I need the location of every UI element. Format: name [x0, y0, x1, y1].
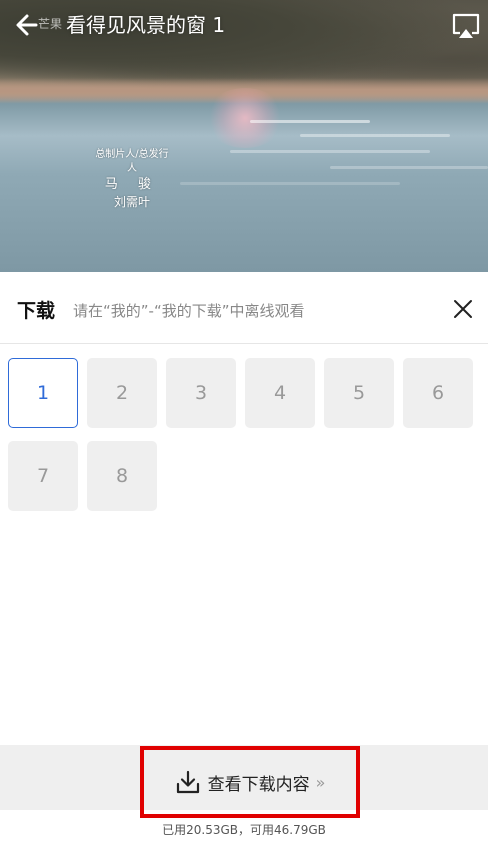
- episode-label: 6: [431, 382, 445, 404]
- credits-line3: 刘需叶: [113, 195, 150, 209]
- episode-button[interactable]: 2: [87, 358, 157, 428]
- episode-label: 7: [36, 465, 50, 487]
- close-icon[interactable]: [452, 298, 474, 320]
- video-player[interactable]: 总制片人/总发行人 马 骏 刘需叶 芒果 看得见风景的窗 1: [0, 0, 488, 272]
- episode-button[interactable]: 4: [245, 358, 315, 428]
- view-downloads-label: 查看下载内容: [207, 774, 310, 795]
- episode-label: 3: [194, 382, 208, 404]
- download-icon: [176, 770, 199, 794]
- episode-button[interactable]: 1: [8, 358, 78, 428]
- video-frame-glare: [205, 88, 285, 148]
- episode-button[interactable]: 7: [8, 441, 78, 511]
- video-frame-wave: [250, 120, 370, 123]
- download-title: 下载: [17, 300, 56, 322]
- video-frame-wave: [180, 182, 400, 185]
- video-frame-wave: [330, 166, 488, 169]
- episode-label: 4: [273, 382, 287, 404]
- episode-label: 5: [352, 382, 366, 404]
- episode-label: 8: [115, 465, 129, 487]
- footer-bar: 查看下载内容 »: [0, 745, 488, 818]
- storage-usage-text: 已用20.53GB，可用46.79GB: [162, 823, 326, 837]
- video-credits: 总制片人/总发行人 马 骏 刘需叶: [92, 148, 172, 210]
- double-chevron-right-icon: »: [315, 772, 326, 792]
- download-hint: 请在“我的”-“我的下载”中离线观看: [73, 302, 305, 320]
- episode-label: 2: [115, 382, 129, 404]
- episode-label: 1: [36, 382, 50, 404]
- episode-button[interactable]: 6: [403, 358, 473, 428]
- credits-line2: 马 骏: [104, 177, 160, 192]
- download-panel-header: 下载 请在“我的”-“我的下载”中离线观看: [0, 272, 488, 344]
- credits-line1: 总制片人/总发行人: [95, 149, 169, 174]
- episode-button[interactable]: 8: [87, 441, 157, 511]
- episode-button[interactable]: 5: [324, 358, 394, 428]
- back-arrow-icon[interactable]: [12, 8, 44, 42]
- video-title: 看得见风景的窗 1: [66, 13, 226, 37]
- cast-screen-icon[interactable]: [450, 10, 482, 42]
- video-frame-wave: [230, 150, 430, 153]
- episode-button[interactable]: 3: [166, 358, 236, 428]
- view-downloads-button[interactable]: 查看下载内容 »: [140, 746, 360, 818]
- video-frame-wave: [300, 134, 450, 137]
